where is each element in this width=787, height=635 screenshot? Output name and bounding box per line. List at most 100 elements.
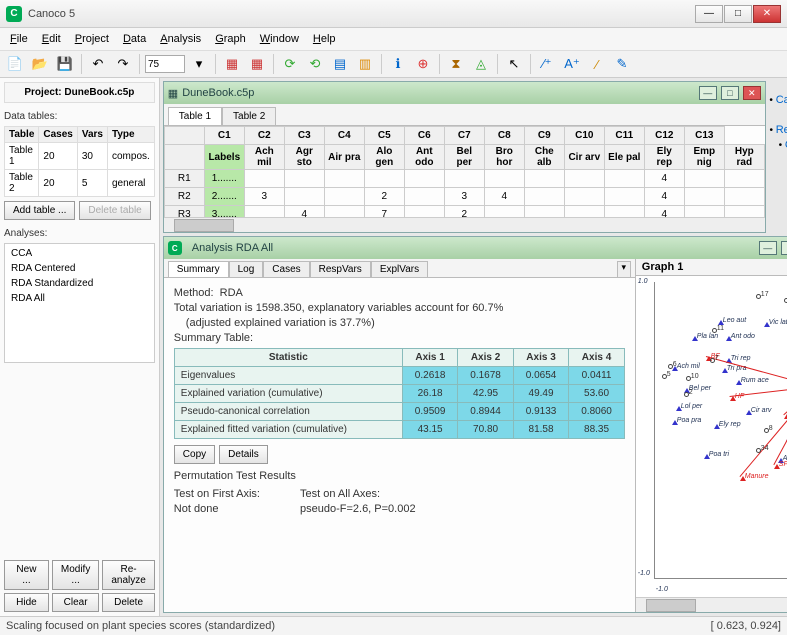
col-header[interactable]: C5 (364, 127, 404, 145)
col-header[interactable]: C12 (644, 127, 684, 145)
label-cell[interactable]: Bro hor (484, 145, 524, 170)
hscrollbar[interactable] (164, 217, 765, 232)
col-header[interactable]: C8 (484, 127, 524, 145)
add-text-icon[interactable]: A⁺ (561, 53, 583, 75)
zoom-dropdown-icon[interactable]: ▾ (188, 53, 210, 75)
analysis-titlebar[interactable]: C Analysis RDA All — □ ✕ (164, 237, 787, 259)
new-icon[interactable]: 📄 (4, 53, 26, 75)
redo-icon[interactable]: ↷ (112, 53, 134, 75)
analysis-item[interactable]: RDA Standardized (7, 276, 152, 291)
col-header[interactable]: C3 (284, 127, 324, 145)
label-cell[interactable]: Hyp rad (724, 145, 764, 170)
data-cell[interactable] (244, 206, 284, 218)
row-header[interactable]: R2 (164, 188, 204, 206)
cursor-icon[interactable]: ↖ (503, 53, 525, 75)
plot-icon[interactable]: ◬ (470, 53, 492, 75)
analysis-item[interactable]: RDA Centered (7, 261, 152, 276)
chart-icon[interactable]: ▥ (354, 53, 376, 75)
label-cell[interactable]: Alo gen (364, 145, 404, 170)
details-button[interactable]: Details (219, 445, 268, 464)
col-header[interactable]: C7 (444, 127, 484, 145)
ordination-plot[interactable]: 1.0 -1.0 -1.0 Leo autVic latSal repAir p… (636, 276, 787, 597)
label-cell[interactable]: Air pra (324, 145, 364, 170)
col-header[interactable]: C10 (564, 127, 604, 145)
tab-table2[interactable]: Table 2 (222, 107, 276, 125)
data-cell[interactable] (404, 188, 444, 206)
menu-edit[interactable]: Edit (36, 31, 67, 47)
menu-project[interactable]: Project (69, 31, 115, 47)
label-cell[interactable]: Bel per (444, 145, 484, 170)
col-header[interactable]: C11 (604, 127, 644, 145)
delete-button[interactable]: Delete (102, 593, 154, 612)
label-cell[interactable]: Ele pal (604, 145, 644, 170)
sheet[interactable]: C1C2C3C4C5C6C7C8C9C10C11C12C13LabelsAch … (164, 126, 765, 217)
data-cell[interactable] (684, 170, 724, 188)
data-cell[interactable] (284, 170, 324, 188)
data-cell[interactable]: 3 (444, 188, 484, 206)
label-cell[interactable]: Cir arv (564, 145, 604, 170)
label-cell[interactable]: Labels (204, 145, 244, 170)
maximize-button[interactable]: □ (724, 5, 752, 23)
data-cell[interactable] (404, 170, 444, 188)
data-cell[interactable]: 3....... (204, 206, 244, 218)
label-cell[interactable]: Ant odo (404, 145, 444, 170)
data-cell[interactable]: 4 (644, 188, 684, 206)
row-header[interactable]: R3 (164, 206, 204, 218)
hide-button[interactable]: Hide (4, 593, 49, 612)
data-cell[interactable] (564, 170, 604, 188)
label-cell[interactable]: Ach mil (244, 145, 284, 170)
rotate-icon[interactable]: ⟲ (304, 53, 326, 75)
menu-data[interactable]: Data (117, 31, 152, 47)
col-header[interactable]: C9 (524, 127, 564, 145)
data-cell[interactable] (564, 188, 604, 206)
label-cell[interactable]: Agr sto (284, 145, 324, 170)
data-cell[interactable] (324, 170, 364, 188)
table-row[interactable]: Table 2 20 5 general (5, 170, 155, 197)
mdi-min-icon[interactable]: — (759, 241, 777, 255)
data-cell[interactable] (724, 188, 764, 206)
tab-table1[interactable]: Table 1 (168, 107, 222, 125)
data-grid[interactable]: C1C2C3C4C5C6C7C8C9C10C11C12C13LabelsAch … (164, 126, 765, 217)
col-header[interactable]: C6 (404, 127, 444, 145)
menu-window[interactable]: Window (254, 31, 305, 47)
data-cell[interactable] (324, 188, 364, 206)
label-cell[interactable]: Emp nig (684, 145, 724, 170)
row-header[interactable]: R1 (164, 170, 204, 188)
tab-explvars[interactable]: ExplVars (371, 261, 428, 277)
brush-icon[interactable]: ∕ (586, 53, 608, 75)
undo-icon[interactable]: ↶ (87, 53, 109, 75)
add-table-button[interactable]: Add table ... (4, 201, 75, 220)
minimize-button[interactable]: — (695, 5, 723, 23)
data-cell[interactable] (284, 188, 324, 206)
data-cell[interactable] (484, 170, 524, 188)
tab-cases[interactable]: Cases (263, 261, 309, 277)
col-header[interactable]: C4 (324, 127, 364, 145)
refresh-icon[interactable]: ⟳ (279, 53, 301, 75)
clear-button[interactable]: Clear (52, 593, 99, 612)
data-cell[interactable] (724, 170, 764, 188)
data-cell[interactable] (724, 206, 764, 218)
reanalyze-button[interactable]: Re-analyze (102, 560, 154, 590)
graph-hscroll[interactable] (636, 597, 787, 612)
mdi-min-icon[interactable]: — (699, 86, 717, 100)
data-cell[interactable] (604, 206, 644, 218)
close-button[interactable]: ✕ (753, 5, 781, 23)
data-cell[interactable] (484, 206, 524, 218)
help-icon[interactable]: ⊕ (412, 53, 434, 75)
data-cell[interactable] (604, 170, 644, 188)
col-header[interactable] (164, 127, 204, 145)
save-icon[interactable]: 💾 (54, 53, 76, 75)
tab-respvars[interactable]: RespVars (310, 261, 371, 277)
data-cell[interactable] (244, 170, 284, 188)
data-cell[interactable] (444, 170, 484, 188)
data-cell[interactable]: 2....... (204, 188, 244, 206)
data-cell[interactable] (324, 206, 364, 218)
data-cell[interactable] (524, 206, 564, 218)
data-cell[interactable] (524, 170, 564, 188)
data-cell[interactable]: 4 (284, 206, 324, 218)
open-icon[interactable]: 📂 (29, 53, 51, 75)
mdi-max-icon[interactable]: □ (781, 241, 787, 255)
datasheet-icon[interactable]: ▦ (221, 53, 243, 75)
menu-graph[interactable]: Graph (209, 31, 252, 47)
menu-help[interactable]: Help (307, 31, 342, 47)
